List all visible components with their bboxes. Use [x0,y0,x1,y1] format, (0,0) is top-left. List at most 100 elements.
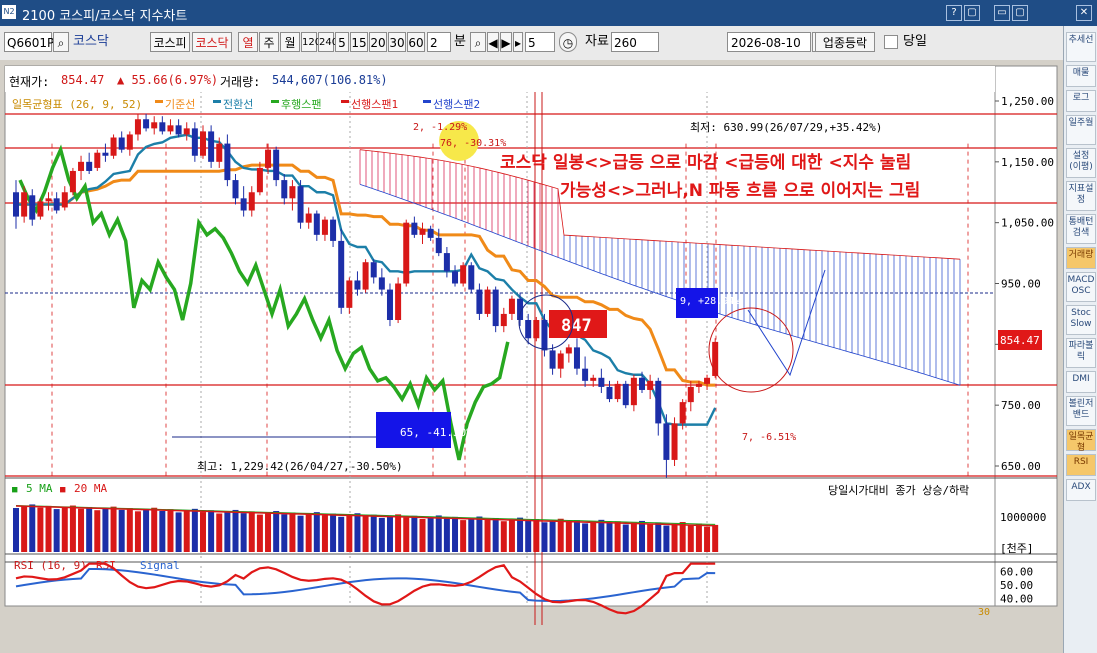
candle-body [411,222,418,235]
interval-input[interactable]: 2 [427,32,451,52]
sidebar-item-14[interactable]: RSI [1066,454,1096,476]
candle-body [86,161,93,171]
candle-body [704,377,711,384]
sidebar-item-1[interactable]: 매물 [1066,65,1096,87]
prev-icon[interactable]: ◀ [487,32,499,52]
maximize-button[interactable]: ▢ [1012,5,1028,21]
volume-bar [126,508,133,552]
help-button[interactable]: ? [946,5,962,21]
headline-line-1: 코스닥 일봉<>급등 으로 마감 <급등에 대한 <지수 눌림 [500,153,911,173]
sidebar-item-9[interactable]: Stoc Slow [1066,305,1096,335]
candle-body [573,347,580,369]
pin-button[interactable]: ▢ [964,5,980,21]
candle-body [183,128,190,135]
today-label: 당일 [903,34,927,49]
volume-bar [443,518,450,552]
today-checkbox[interactable] [884,35,898,49]
volume-bar [248,511,255,552]
blue-box-right-label: 9, +28.94% [680,296,740,307]
sidebar-item-8[interactable]: MACD OSC [1066,272,1096,302]
price-axis-label: 750.00 [1001,399,1041,412]
zoom-icon[interactable]: ⌕ [470,32,486,52]
minute-20-button[interactable]: 20 [369,32,387,52]
candle-body [346,280,353,308]
period-month-button[interactable]: 월 [280,32,300,52]
price-axis-label: 1,050.00 [1001,217,1054,230]
sidebar-item-0[interactable]: 추세선 [1066,32,1096,62]
volume-bar [533,519,540,552]
date-input[interactable]: 2026-08-10 [727,32,811,52]
volume-bar [476,516,483,552]
app-logo: N2 [2,5,16,19]
candle-body [655,380,662,424]
volume-bar [273,511,280,552]
close-button[interactable]: ✕ [1076,5,1092,21]
sidebar-item-15[interactable]: ADX [1066,479,1096,501]
minimize-button[interactable]: ▭ [994,5,1010,21]
volume-bar [508,519,515,552]
sidebar-item-5[interactable]: 지표설정 [1066,181,1096,211]
rsi-axis-label: 50.00 [1000,579,1033,592]
minute-5-button[interactable]: 5 [335,32,349,52]
candle-body [695,383,702,387]
price-axis-label: 650.00 [1001,460,1041,473]
rsi-label: RSI (16, 9) [14,559,87,572]
sidebar-item-11[interactable]: DMI [1066,371,1096,393]
candle-body [191,128,198,156]
candle-body [175,125,182,135]
volume-bar [590,521,597,552]
volume-bar [557,518,564,552]
sidebar-item-3[interactable]: 일주월 [1066,115,1096,145]
period-day-button[interactable]: 열 [238,32,258,52]
chart-area[interactable]: 1,250.001,150.001,050.00950.00850.00750.… [0,60,1063,625]
volume-bar [167,509,174,552]
sidebar-item-12[interactable]: 볼린저밴드 [1066,396,1096,426]
volume-bar [191,508,198,552]
volume-bar [224,511,231,552]
volume-bar [313,512,320,552]
volume-bar [151,507,158,552]
period-week-button[interactable]: 주 [259,32,279,52]
period-120-button[interactable]: 120 [301,32,321,52]
kosdaq-button[interactable]: 코스닥 [192,32,232,52]
data-count-select[interactable]: 260 [611,32,659,52]
search-icon[interactable]: ⌕ [53,32,69,52]
candle-body [541,320,548,351]
current-price-value: 854.47 [61,73,105,87]
candle-body [305,213,312,223]
volume-bar [549,520,556,552]
candle-body [435,237,442,254]
measure-right-label: 7, -6.51% [742,432,796,443]
yellow-label-top: 2, -1.29% [413,122,467,133]
candle-body [565,347,572,354]
minute-60-button[interactable]: 60 [407,32,425,52]
volume-bar [346,515,353,552]
sidebar-item-4[interactable]: 설정(이평) [1066,148,1096,178]
volume-bar [622,524,629,552]
candle-body [622,383,629,406]
volume-bar [143,509,150,552]
volume-bar [216,513,223,552]
sidebar-item-2[interactable]: 로그 [1066,90,1096,112]
period-240-button[interactable]: 240 [318,32,338,52]
volume-bar [289,512,296,552]
step-input[interactable]: 5 [525,32,555,52]
sidebar-item-13[interactable]: 일목균형 [1066,429,1096,453]
volume-bar [37,507,44,552]
sidebar-item-10[interactable]: 파라볼릭 [1066,338,1096,368]
sidebar-item-7[interactable]: 거래량 [1066,247,1096,269]
minute-30-button[interactable]: 30 [388,32,406,52]
kospi-button[interactable]: 코스피 [150,32,190,52]
step-icon[interactable]: ▸ [513,32,523,52]
clock-icon[interactable]: ◷ [559,32,577,52]
volume-bar [159,510,166,552]
candle-body [313,213,320,235]
sidebar-item-6[interactable]: 통배턴검색 [1066,214,1096,244]
vol-note: 당일시가대비 종가 상승/하락 [828,483,969,497]
volume-bar [232,509,239,552]
next-icon[interactable]: ▶ [500,32,512,52]
minute-15-button[interactable]: 15 [350,32,368,52]
code-input[interactable]: Q6601P [4,32,54,52]
volume-bar [94,510,101,552]
sector-button[interactable]: 업종등락 [815,32,875,52]
